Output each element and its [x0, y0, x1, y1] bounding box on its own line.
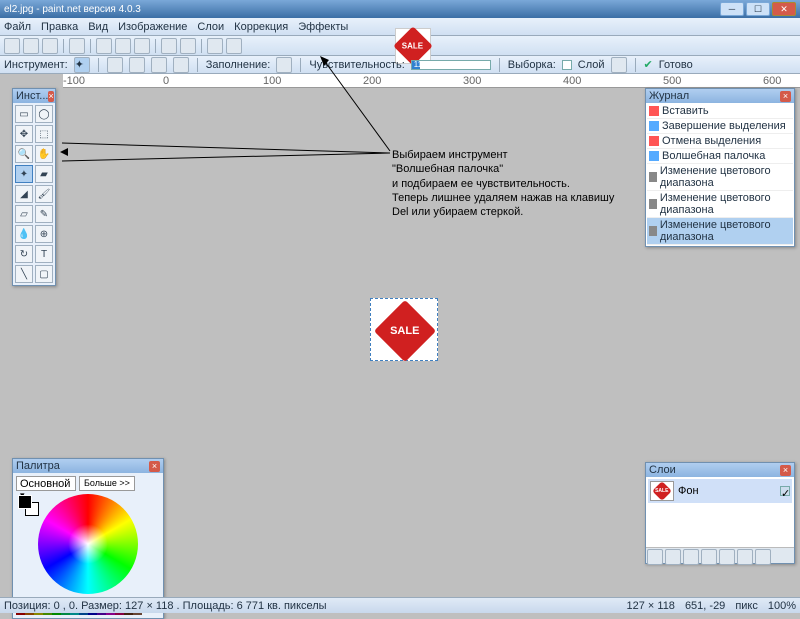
history-item[interactable]: Волшебная палочка [647, 149, 793, 164]
layer-up[interactable] [719, 549, 735, 565]
tool-bucket[interactable]: ▰ [35, 165, 53, 183]
main-toolbar: SALE [0, 36, 800, 56]
menu-image[interactable]: Изображение [118, 21, 187, 33]
minimize-button[interactable]: ─ [720, 2, 744, 16]
layers-close-icon[interactable]: × [780, 465, 791, 476]
save-button[interactable] [42, 38, 58, 54]
status-zoom[interactable]: 100% [768, 600, 796, 612]
status-dims: 127 × 118 [627, 600, 675, 612]
open-button[interactable] [23, 38, 39, 54]
history-close-icon[interactable]: × [780, 91, 791, 102]
tool-text[interactable]: T [35, 245, 53, 263]
print-button[interactable] [69, 38, 85, 54]
tool-line[interactable]: ╲ [15, 265, 33, 283]
menu-effects[interactable]: Эффекты [298, 21, 348, 33]
sample-mode[interactable] [611, 57, 627, 73]
color-wheel[interactable] [38, 494, 138, 594]
layer-down[interactable] [737, 549, 753, 565]
tool-shapes[interactable]: ▢ [35, 265, 53, 283]
history-item[interactable]: Вставить [647, 104, 793, 119]
layer-row[interactable]: SALE Фон ✓ [648, 479, 792, 503]
tool-rect-select[interactable]: ▭ [15, 105, 33, 123]
copy-button[interactable] [115, 38, 131, 54]
more-button[interactable]: Больше >> [79, 476, 135, 491]
tools-close-icon[interactable]: × [48, 91, 53, 102]
canvas-selection[interactable]: SALE [370, 298, 438, 361]
layer-dup[interactable] [683, 549, 699, 565]
history-item[interactable]: Завершение выделения [647, 119, 793, 134]
canvas-area[interactable]: SALE Выбираем инструмент "Волшебная пало… [0, 88, 800, 574]
fg-bg-swatch[interactable] [18, 495, 32, 509]
arrow-to-slider [315, 56, 395, 156]
tool-picker[interactable]: 💧 [15, 225, 33, 243]
close-button[interactable]: ✕ [772, 2, 796, 16]
layer-props[interactable] [755, 549, 771, 565]
new-button[interactable] [4, 38, 20, 54]
palette-panel: Палитра× Основной ▾ Больше >> [12, 458, 164, 619]
tool-lasso[interactable]: ◯ [35, 105, 53, 123]
sample-label: Выборка: [508, 59, 556, 71]
layers-panel: Слои× SALE Фон ✓ [645, 462, 795, 564]
crop-button[interactable] [161, 38, 177, 54]
status-unit[interactable]: пикс [735, 600, 758, 612]
history-panel: Журнал× Вставить Завершение выделения От… [645, 88, 795, 247]
history-item[interactable]: Изменение цветового диапазона [647, 218, 793, 245]
tool-pan[interactable]: ✋ [35, 145, 53, 163]
tool-eraser[interactable]: ▱ [15, 205, 33, 223]
tool-gradient[interactable]: ◢ [15, 185, 33, 203]
history-item[interactable]: Изменение цветового диапазона [647, 164, 793, 191]
tool-clone[interactable]: ⊕ [35, 225, 53, 243]
color-mode-select[interactable]: Основной ▾ [16, 476, 76, 491]
menu-layers[interactable]: Слои [197, 21, 224, 33]
tool-move[interactable]: ✥ [15, 125, 33, 143]
undo-button[interactable] [207, 38, 223, 54]
history-item[interactable]: Отмена выделения [647, 134, 793, 149]
layer-label: Слой [578, 59, 605, 71]
maximize-button[interactable]: ☐ [746, 2, 770, 16]
tools-panel: Инст...× ▭ ◯ ✥ ⬚ 🔍 ✋ ✦ ▰ ◢ 🖌 ▱ ✎ 💧 ⊕ ↻ T… [12, 88, 56, 286]
menu-edit[interactable]: Правка [41, 21, 78, 33]
palette-close-icon[interactable]: × [149, 461, 160, 472]
tool-pencil[interactable]: ✎ [35, 205, 53, 223]
menu-view[interactable]: Вид [88, 21, 108, 33]
tolerance-slider[interactable]: 11% [411, 60, 491, 70]
tool-brush[interactable]: 🖌 [35, 185, 53, 203]
layer-name: Фон [678, 485, 699, 497]
tool-move-sel[interactable]: ⬚ [35, 125, 53, 143]
status-cursor: 651, -29 [685, 600, 725, 612]
layer-del[interactable] [665, 549, 681, 565]
window-title: el2.jpg - paint.net версия 4.0.3 [4, 4, 720, 15]
menu-adjust[interactable]: Коррекция [234, 21, 288, 33]
window-titlebar: el2.jpg - paint.net версия 4.0.3 ─ ☐ ✕ [0, 0, 800, 18]
done-icon: ✔ [644, 58, 653, 71]
instrument-label: Инструмент: [4, 59, 68, 71]
redo-button[interactable] [226, 38, 242, 54]
sample-check[interactable] [562, 60, 572, 70]
layer-add[interactable] [647, 549, 663, 565]
done-label[interactable]: Готово [659, 59, 693, 71]
cut-button[interactable] [96, 38, 112, 54]
sale-image: SALE [374, 300, 436, 362]
tool-magic-wand[interactable]: ✦ [15, 165, 33, 183]
history-item[interactable]: Изменение цветового диапазона [647, 191, 793, 218]
menu-file[interactable]: Файл [4, 21, 31, 33]
deselect-button[interactable] [180, 38, 196, 54]
layer-visible-check[interactable]: ✓ [780, 486, 790, 496]
paste-button[interactable] [134, 38, 150, 54]
status-bar: Позиция: 0 , 0. Размер: 127 × 118 . Площ… [0, 597, 800, 613]
tool-recolor[interactable]: ↻ [15, 245, 33, 263]
layer-merge[interactable] [701, 549, 717, 565]
status-pos: Позиция: 0 , 0. Размер: 127 × 118 . Площ… [4, 600, 327, 612]
tool-zoom[interactable]: 🔍 [15, 145, 33, 163]
